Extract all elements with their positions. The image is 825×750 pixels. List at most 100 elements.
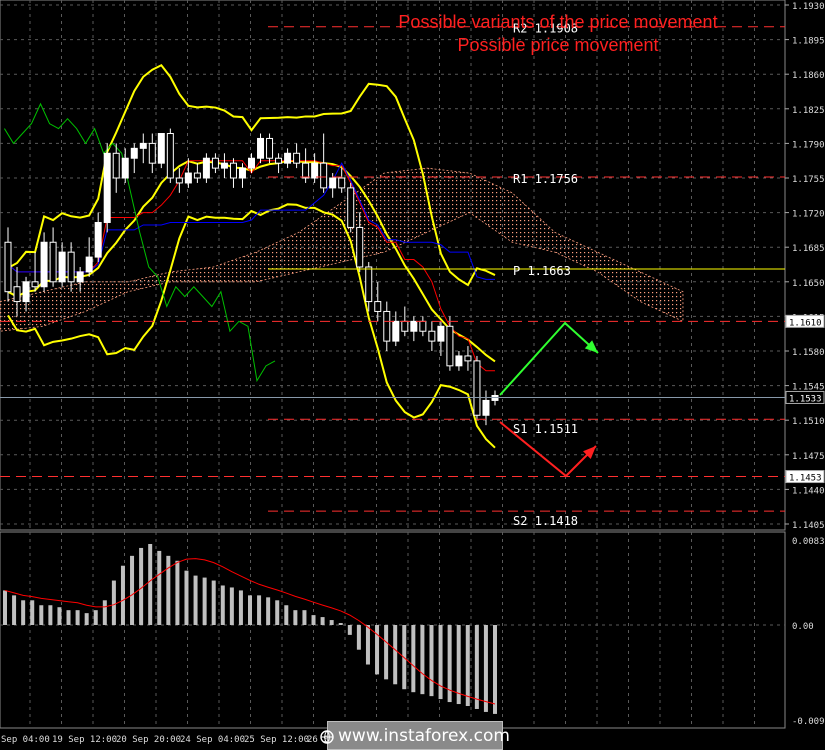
y-tick-label: 1.1790	[792, 140, 825, 150]
candle-body	[103, 152, 111, 223]
candle-body	[293, 152, 301, 164]
macd-bar	[157, 550, 162, 625]
candle-body	[248, 157, 255, 169]
candle-body	[284, 152, 292, 164]
macd-bar	[130, 555, 135, 625]
macd-y-tick-label: 0.0083	[792, 537, 825, 547]
candle-body	[428, 330, 436, 342]
price-mark-label: 1.1533	[789, 394, 822, 404]
candle-body	[211, 157, 219, 169]
y-tick-label: 1.1755	[792, 175, 825, 185]
x-tick-label: 25 Sep 12:00	[244, 735, 309, 745]
macd-bar	[3, 590, 7, 625]
candle-body	[166, 133, 174, 179]
level-label-p: P 1.1663	[513, 264, 571, 278]
macd-bar	[465, 625, 470, 707]
candle-body	[40, 241, 48, 288]
candle-body	[365, 266, 373, 303]
candle-body	[356, 226, 364, 268]
y-tick-label: 1.1580	[792, 348, 825, 358]
candle-body	[229, 162, 237, 179]
candle-body	[22, 281, 30, 303]
candle-body	[157, 133, 165, 164]
candle-body	[383, 310, 391, 342]
annotation-line-1: Possible variants of the price movement	[398, 12, 717, 32]
macd-bar	[102, 600, 107, 625]
candle-body	[374, 301, 382, 312]
macd-bar	[175, 560, 180, 625]
candle-body	[482, 399, 490, 416]
macd-bar	[238, 590, 243, 625]
candle-body	[311, 162, 319, 179]
macd-bar	[474, 625, 479, 709]
candle-body	[112, 152, 120, 179]
watermark-text: www.instaforex.com	[338, 725, 510, 746]
macd-bar	[275, 600, 280, 625]
candle-body	[13, 286, 21, 303]
candle-body	[347, 187, 355, 228]
candle-body	[76, 271, 84, 283]
x-tick-label: 19 Sep 12:00	[52, 735, 117, 745]
y-tick-label: 1.1720	[792, 210, 825, 220]
macd-bar	[483, 625, 488, 712]
candle-body	[338, 177, 346, 189]
y-tick-label: 1.1650	[792, 279, 825, 289]
macd-bar	[21, 600, 26, 625]
macd-bar	[57, 607, 62, 625]
macd-bar	[211, 580, 216, 625]
macd-bar	[166, 555, 171, 625]
candle-body	[401, 320, 409, 332]
macd-bar	[375, 625, 380, 675]
y-tick-label: 1.1895	[792, 37, 825, 47]
candle-body	[85, 256, 93, 273]
macd-bar	[311, 615, 316, 625]
macd-bar	[257, 595, 262, 625]
macd-bar	[284, 605, 289, 625]
macd-bar	[384, 625, 389, 680]
candle-body	[266, 137, 274, 159]
macd-bar	[120, 565, 125, 625]
candle-body	[320, 162, 328, 189]
candle-body	[4, 241, 12, 293]
x-tick-label: Sep 04:00	[1, 735, 50, 745]
watermark-badge[interactable]: www.instaforex.com	[320, 721, 510, 750]
candle-body	[473, 360, 481, 416]
price-frame	[0, 0, 786, 531]
macd-y-tick-label: -0.00962	[792, 717, 825, 727]
macd-bar	[302, 610, 307, 625]
y-tick-label: 1.1930	[792, 2, 825, 12]
y-tick-label: 1.1685	[792, 244, 825, 254]
macd-bar	[420, 625, 425, 695]
macd-y-tick-label: 0.00	[792, 622, 814, 632]
candle-body	[121, 157, 129, 179]
macd-bar	[12, 595, 17, 625]
macd-bar	[438, 625, 443, 700]
candle-body	[184, 172, 192, 184]
candle-body	[148, 142, 156, 164]
candle-body	[49, 241, 57, 283]
level-label-s2: S2 1.1418	[513, 514, 578, 528]
candle-body	[175, 177, 183, 184]
candle-body	[238, 167, 246, 179]
candle-body	[464, 355, 472, 362]
macd-bar	[248, 595, 252, 625]
macd-bar	[320, 617, 325, 625]
bullish-arrow	[499, 321, 599, 396]
level-label-r1: R1 1.1756	[513, 172, 578, 186]
level-label-s1: S1 1.1511	[513, 422, 578, 436]
x-tick-label: 20 Sep 20:00	[116, 735, 181, 745]
y-tick-label: 1.1510	[792, 417, 825, 427]
annotation-line-2: Possible price movement	[457, 35, 658, 55]
candle-body	[392, 320, 400, 342]
macd-bar	[39, 605, 44, 625]
macd-bar	[148, 543, 153, 625]
globe-icon	[320, 729, 334, 744]
macd-bar	[30, 600, 35, 625]
candle-body	[67, 251, 75, 283]
candle-body	[130, 147, 138, 159]
forex-chart: 1.1930 1.1895 1.1860 1.1825 1.1790 1.1755 1.17…	[0, 0, 825, 745]
price-mark-label: 1.1453	[789, 474, 822, 484]
macd-bar	[75, 610, 80, 625]
macd-bar	[66, 610, 71, 625]
macd-bar	[329, 620, 334, 625]
